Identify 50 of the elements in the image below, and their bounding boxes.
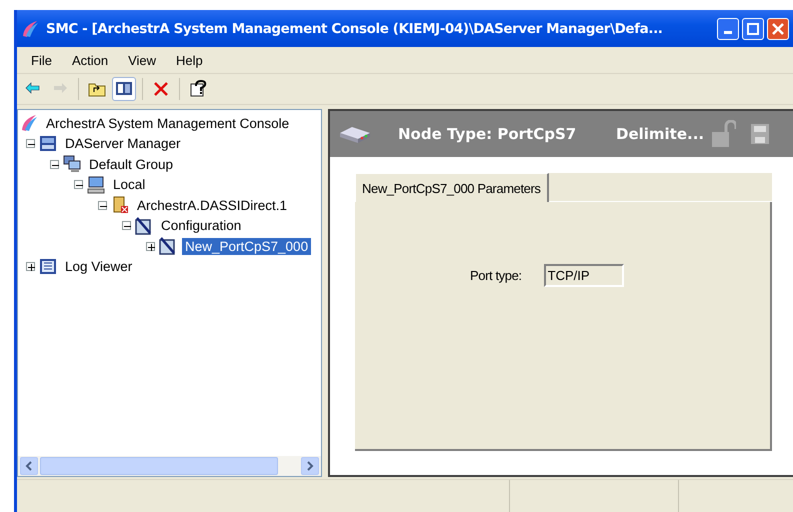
tab[interactable]: New_PortCpS7_000 Parameters	[355, 173, 549, 202]
help-icon	[189, 80, 207, 98]
collapse-toggle[interactable]	[74, 180, 83, 190]
collapse-toggle[interactable]	[98, 200, 107, 210]
window-title: SMC - [ArchestrA System Management Console (KIEMJ-04)\DAServer Manager\Defa...	[46, 20, 664, 36]
tree-item[interactable]: ArchestrA System Management Console	[43, 114, 292, 132]
log-viewer-icon	[39, 258, 57, 276]
expand-toggle[interactable]	[26, 262, 35, 272]
horizontal-scrollbar[interactable]	[18, 456, 321, 476]
menu-item[interactable]: Action	[62, 50, 118, 70]
configuration-icon	[159, 237, 177, 256]
computer-group-icon	[63, 155, 81, 174]
scroll-right-button[interactable]	[301, 457, 319, 475]
menu-item[interactable]: Help	[166, 50, 213, 70]
tree-item[interactable]: Log Viewer	[62, 258, 136, 276]
scroll-left-button[interactable]	[20, 457, 38, 475]
panel-toggle-icon	[115, 80, 133, 98]
minimize-button[interactable]	[717, 18, 739, 40]
app-logo-icon	[20, 114, 38, 132]
tree-item[interactable]: ArchestrA.DASSIDirect.1	[134, 196, 290, 214]
expand-toggle[interactable]	[146, 242, 155, 251]
computer-icon	[87, 176, 105, 194]
maximize-icon	[747, 22, 759, 34]
scroll-thumb[interactable]	[40, 457, 278, 475]
tree-item[interactable]: Configuration	[158, 217, 244, 234]
menu-item[interactable]: View	[118, 50, 166, 70]
tree-item[interactable]: Local	[110, 176, 148, 194]
panel-toggle-button[interactable]	[112, 77, 136, 101]
minimize-icon	[724, 31, 732, 34]
menu-item[interactable]: File	[21, 50, 62, 70]
delimiter-label: Delimite...	[616, 125, 704, 143]
server-manager-icon	[39, 134, 57, 153]
collapse-toggle[interactable]	[26, 139, 35, 148]
tree-item[interactable]: New_PortCpS7_000	[182, 238, 312, 255]
field-label: Port type:	[470, 268, 522, 283]
delete-icon	[152, 80, 170, 98]
tree-item[interactable]: DAServer Manager	[62, 135, 184, 152]
collapse-toggle[interactable]	[122, 221, 131, 230]
right-chevron-icon	[306, 461, 314, 471]
save-icon[interactable]	[750, 123, 770, 145]
tree-item[interactable]: Default Group	[86, 156, 176, 173]
close-icon	[772, 22, 784, 34]
node-type-title: Node Type: PortCpS7	[398, 125, 578, 143]
collapse-toggle[interactable]	[50, 160, 59, 169]
server-error-icon	[111, 196, 129, 214]
close-button[interactable]	[767, 18, 789, 40]
app-logo-icon	[20, 18, 40, 38]
configuration-icon	[135, 216, 153, 235]
maximize-button[interactable]	[742, 18, 764, 40]
left-chevron-icon	[25, 461, 33, 471]
